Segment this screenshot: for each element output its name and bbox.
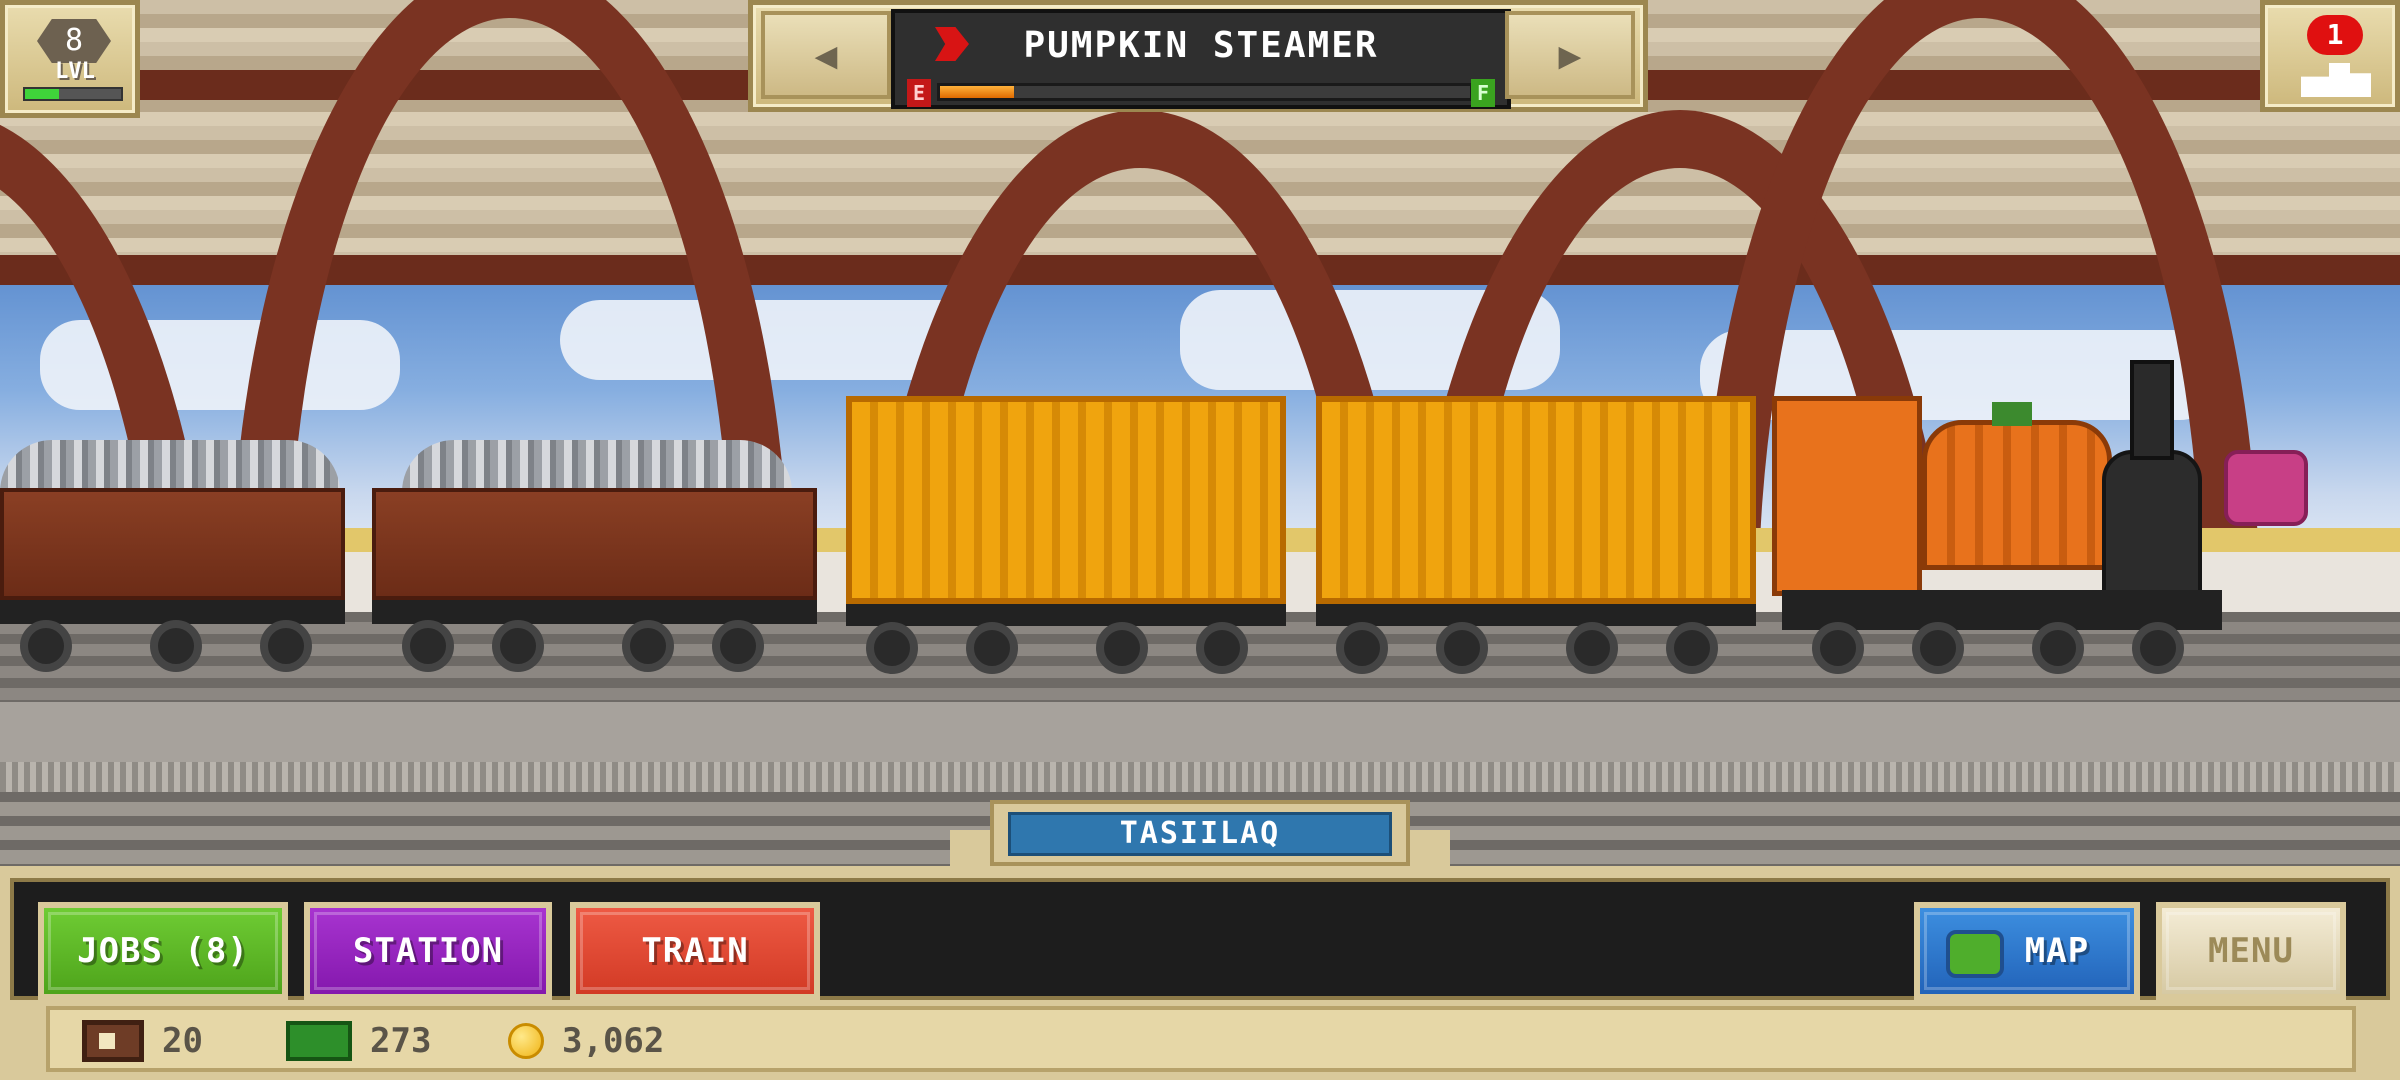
next-train-button[interactable]: ▶ <box>1505 11 1635 99</box>
train-button[interactable]: TRAIN <box>570 902 820 1000</box>
globe-icon <box>1946 930 2004 978</box>
cash-amount: 273 <box>370 1021 432 1061</box>
bottom-hud: JOBS (8) STATION TRAIN MAP MENU 20 273 3… <box>0 866 2400 1080</box>
coins-amount: 3,062 <box>562 1021 665 1061</box>
jobs-button[interactable]: JOBS (8) <box>38 902 288 1000</box>
container-car[interactable] <box>1316 396 1756 696</box>
station-button[interactable]: STATION <box>304 902 552 1000</box>
coin-icon <box>508 1023 544 1059</box>
coins-stat: 3,062 <box>508 1016 664 1066</box>
action-button-strip: JOBS (8) STATION TRAIN MAP MENU <box>10 878 2390 1000</box>
station-name: TASIILAQ <box>1008 812 1392 856</box>
level-badge[interactable]: 8 LVL <box>0 0 140 118</box>
train-name: PUMPKIN STEAMER <box>1023 25 1379 66</box>
map-button[interactable]: MAP <box>1914 902 2140 1000</box>
luggage-bag[interactable] <box>2224 450 2308 526</box>
ground <box>0 702 2400 762</box>
game-scene[interactable] <box>0 0 2400 880</box>
cash-icon <box>286 1021 352 1061</box>
previous-train-button[interactable]: ◀ <box>761 11 891 99</box>
cars-stat: 20 <box>82 1016 203 1066</box>
right-triangle-icon: ▶ <box>1558 33 1582 77</box>
notification-count-badge: 1 <box>2307 15 2363 55</box>
train-icon <box>2301 63 2371 97</box>
xp-progress-bar <box>23 87 123 101</box>
left-triangle-icon: ◀ <box>814 33 838 77</box>
train-notifications-button[interactable]: 1 <box>2260 0 2400 112</box>
train-selector: ◀ PUMPKIN STEAMER E F ▶ <box>748 0 1648 112</box>
level-label: LVL <box>55 59 95 84</box>
cash-stat: 273 <box>286 1016 431 1066</box>
resource-stats: 20 273 3,062 <box>46 1006 2356 1072</box>
cars-count: 20 <box>162 1021 203 1061</box>
menu-button[interactable]: MENU <box>2156 902 2346 1000</box>
pumpkin-steamer-locomotive[interactable] <box>1772 360 2232 700</box>
station-plate: TASIILAQ <box>990 800 1410 866</box>
gravel-bed <box>0 762 2400 792</box>
train-car-icon <box>82 1020 144 1062</box>
xp-progress-fill <box>25 89 59 99</box>
fuel-gauge-fill <box>940 86 1015 98</box>
fuel-gauge <box>937 83 1473 101</box>
container-car[interactable] <box>846 396 1286 696</box>
fuel-full-label: F <box>1471 79 1495 107</box>
hopper-car[interactable] <box>372 440 822 690</box>
train-name-panel[interactable]: PUMPKIN STEAMER E F <box>891 9 1511 109</box>
level-number: 8 <box>37 19 111 63</box>
fuel-empty-label: E <box>907 79 931 107</box>
station-banner: TASIILAQ <box>950 800 1450 866</box>
hopper-car[interactable] <box>0 440 350 690</box>
